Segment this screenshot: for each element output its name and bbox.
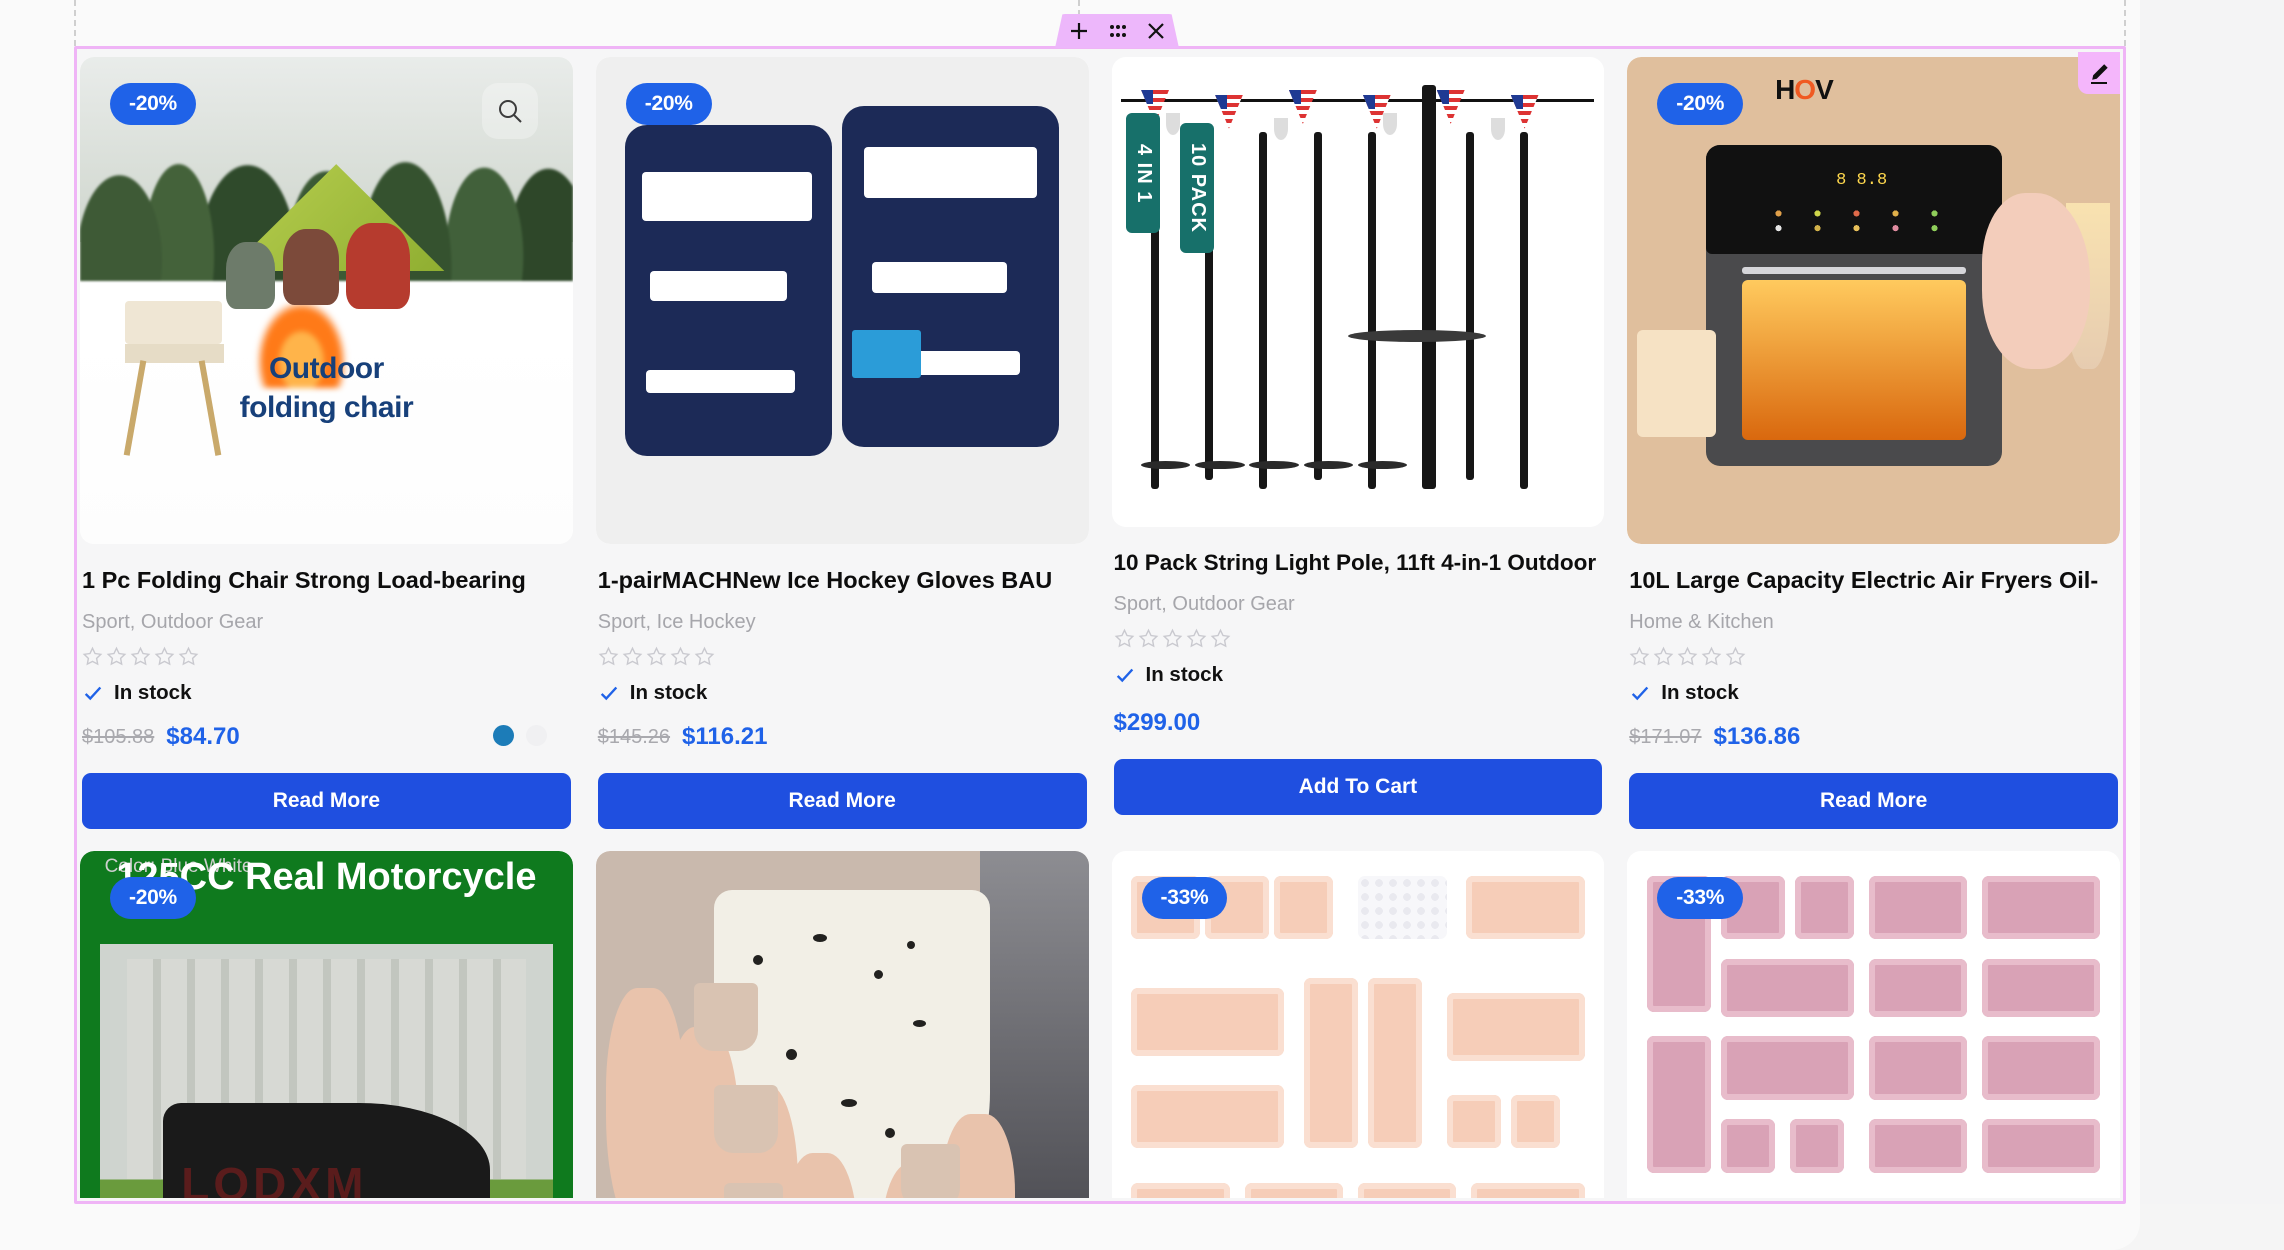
- alignment-guide-left: [74, 0, 76, 46]
- check-icon: [1116, 668, 1133, 683]
- price-current: $299.00: [1113, 709, 1201, 737]
- price-row: $105.88 $84.70: [82, 723, 571, 751]
- product-info: 1 Pc Folding Chair Strong Load-bearing S…: [80, 544, 573, 830]
- alignment-guide-right: [2124, 0, 2126, 46]
- price-current: $136.86: [1713, 723, 1801, 751]
- product-card[interactable]: -33%: [1627, 829, 2120, 1198]
- color-swatch-white[interactable]: [525, 725, 547, 747]
- product-image-wrap[interactable]: Outdoor folding chair -20%: [80, 57, 573, 544]
- rating-stars[interactable]: [82, 646, 571, 667]
- product-card[interactable]: -20% 1-pairMACHNew Ice Hockey Gloves BAU…: [595, 52, 1089, 830]
- check-icon: [600, 687, 617, 701]
- brand-logo-text: HOV: [1775, 74, 1834, 106]
- rating-stars[interactable]: [1114, 628, 1603, 649]
- check-icon: [1632, 687, 1649, 701]
- product-title[interactable]: 1-pairMACHNew Ice Hockey Gloves BAU: [598, 566, 1087, 595]
- price-original: $105.88: [82, 725, 155, 748]
- product-title[interactable]: 10L Large Capacity Electric Air Fryers O…: [1629, 566, 2118, 595]
- product-category[interactable]: Sport, Ice Hockey: [598, 611, 1087, 634]
- product-image: HOV 8 8.8: [1627, 57, 2120, 544]
- product-category[interactable]: Sport, Outdoor Gear: [82, 611, 571, 634]
- product-info: 1-pairMACHNew Ice Hockey Gloves BAU Spor…: [596, 544, 1089, 830]
- product-grid: Outdoor folding chair -20% 1 Pc Folding C…: [80, 52, 2120, 1198]
- price-row: $171.07 $136.86: [1629, 723, 2118, 751]
- stock-status: In stock: [1114, 663, 1603, 687]
- stock-status: In stock: [598, 681, 1087, 705]
- price-original: $145.26: [597, 725, 671, 748]
- product-card[interactable]: Outdoor folding chair -20% 1 Pc Folding C…: [80, 52, 573, 830]
- product-image-caption: Outdoor folding chair: [239, 352, 414, 425]
- product-category[interactable]: Sport, Outdoor Gear: [1114, 593, 1603, 616]
- product-image: 4 IN 1 10 PACK: [1111, 57, 1605, 527]
- add-widget-icon[interactable]: [1069, 21, 1089, 41]
- add-to-cart-button[interactable]: Add To Cart: [1113, 759, 1603, 816]
- product-info: 10 Pack String Light Pole, 11ft 4-in-1 O…: [1112, 527, 1605, 816]
- discount-badge: -33%: [1657, 877, 1744, 920]
- discount-badge: -20%: [1657, 83, 1744, 125]
- product-image-wrap[interactable]: -20%: [595, 57, 1089, 544]
- product-image-wrap[interactable]: [595, 851, 1089, 1198]
- stock-label: In stock: [1661, 681, 1739, 705]
- product-image-wrap[interactable]: -33%: [1627, 851, 2120, 1198]
- edit-widget-button[interactable]: [2078, 52, 2120, 94]
- rating-stars[interactable]: [1629, 646, 2118, 667]
- rating-stars[interactable]: [598, 646, 1087, 667]
- discount-badge: -20%: [110, 83, 196, 125]
- product-card[interactable]: [595, 829, 1089, 1198]
- read-more-button[interactable]: Read More: [597, 773, 1087, 830]
- read-more-button[interactable]: Read More: [82, 773, 571, 830]
- product-card[interactable]: 4 IN 1 10 PACK 10 Pack String Light Pole…: [1111, 52, 1605, 829]
- discount-badge: -20%: [110, 877, 196, 920]
- price-row: $299.00: [1114, 709, 1603, 737]
- image-tag-4in1: 4 IN 1: [1126, 113, 1161, 234]
- product-info: 10L Large Capacity Electric Air Fryers O…: [1627, 544, 2120, 830]
- product-card[interactable]: -33%: [1111, 829, 1605, 1198]
- editor-canvas: Outdoor folding chair -20% 1 Pc Folding C…: [0, 0, 2284, 1250]
- product-title[interactable]: 1 Pc Folding Chair Strong Load-bearing: [82, 566, 571, 595]
- color-swatch-blue[interactable]: [492, 725, 514, 747]
- discount-badge: -33%: [1141, 877, 1228, 920]
- product-title[interactable]: 10 Pack String Light Pole, 11ft 4-in-1 O…: [1114, 549, 1603, 577]
- drag-handle-icon[interactable]: [1108, 23, 1128, 39]
- product-card[interactable]: Color: Blue White 125CC Real Motorcycle …: [80, 829, 573, 1198]
- product-image: [595, 57, 1089, 544]
- image-tag-10pack: 10 PACK: [1180, 122, 1215, 253]
- check-icon: [84, 687, 102, 701]
- read-more-button[interactable]: Read More: [1629, 773, 2118, 830]
- product-card[interactable]: HOV 8 8.8 -20% 10L Large Capacity Electr…: [1627, 52, 2120, 830]
- close-widget-icon[interactable]: [1147, 22, 1165, 40]
- price-current: $116.21: [682, 723, 768, 751]
- product-image-wrap[interactable]: Color: Blue White 125CC Real Motorcycle …: [80, 851, 573, 1198]
- widget-toolbar[interactable]: [1055, 14, 1179, 48]
- stock-label: In stock: [1145, 663, 1223, 687]
- color-swatches[interactable]: [492, 725, 547, 747]
- price-row: $145.26 $116.21: [598, 723, 1087, 751]
- product-image-wrap[interactable]: HOV 8 8.8 -20%: [1627, 57, 2120, 544]
- price-original: $171.07: [1629, 725, 1702, 748]
- product-image: [595, 851, 1089, 1198]
- product-grid-widget[interactable]: Outdoor folding chair -20% 1 Pc Folding C…: [74, 46, 2126, 1204]
- stock-status: In stock: [82, 681, 571, 705]
- stock-label: In stock: [114, 681, 192, 705]
- product-image-wrap[interactable]: 4 IN 1 10 PACK: [1111, 57, 1605, 527]
- product-image-wrap[interactable]: -33%: [1111, 851, 1605, 1198]
- image-zoom-icon[interactable]: [481, 83, 538, 139]
- stock-label: In stock: [629, 681, 708, 705]
- discount-badge: -20%: [625, 83, 712, 125]
- product-category[interactable]: Home & Kitchen: [1629, 611, 2118, 634]
- price-current: $84.70: [166, 723, 240, 751]
- stock-status: In stock: [1629, 681, 2118, 705]
